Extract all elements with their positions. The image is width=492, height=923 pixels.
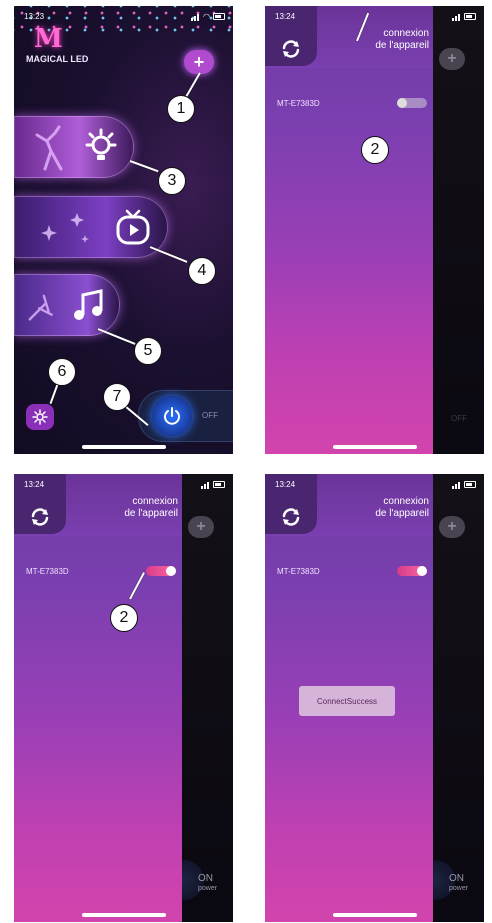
background-main-screen: [182, 474, 233, 922]
bulb-icon: [85, 128, 117, 160]
power-state-label: ON power: [449, 873, 469, 893]
status-time: 13:24: [275, 11, 296, 21]
battery-icon: [213, 12, 225, 20]
music-mode-button[interactable]: [14, 274, 120, 336]
status-icons: [201, 480, 225, 489]
connection-panel: connexion de l'appareil MT-E7383D: [265, 6, 433, 454]
device-connect-toggle[interactable]: [146, 566, 176, 576]
battery-icon: [464, 480, 476, 488]
signal-icon: [191, 12, 200, 21]
callout-4: 4: [188, 257, 216, 285]
music-note-icon: [74, 289, 103, 320]
device-name: MT-E7383D: [26, 566, 69, 576]
panel-title: connexion de l'appareil: [124, 496, 178, 519]
add-device-button-dimmed: +: [439, 516, 465, 538]
app-logo: M: [34, 24, 63, 54]
refresh-icon: [31, 508, 49, 526]
panel-title: connexion de l'appareil: [375, 496, 429, 519]
device-list-item[interactable]: MT-E7383D: [26, 564, 176, 578]
background-main-screen: [433, 6, 484, 454]
callout-7: 7: [103, 383, 131, 411]
status-time: 13:24: [275, 479, 296, 489]
device-list-item[interactable]: MT-E7383D: [277, 564, 427, 578]
power-state-label: ON power: [198, 873, 218, 893]
tv-play-icon: [116, 209, 150, 245]
battery-icon: [464, 12, 476, 20]
connection-panel: connexion de l'appareil MT-E7383D Connec…: [265, 474, 433, 922]
connect-success-toast: ConnectSuccess: [299, 686, 395, 716]
device-list-item[interactable]: MT-E7383D: [277, 96, 427, 110]
status-icons: ◠: [191, 12, 225, 21]
connection-panel: connexion de l'appareil MT-E7383D: [14, 474, 182, 922]
screen-connection-off: + OFF connexion de l'appareil MT-E7383D …: [265, 6, 484, 454]
refresh-icon: [282, 40, 300, 58]
power-button[interactable]: [152, 396, 192, 436]
status-time: 13:24: [24, 479, 45, 489]
status-icons: [452, 480, 476, 489]
add-device-button-dimmed: +: [439, 48, 465, 70]
callout-5: 5: [134, 337, 162, 365]
callout-2-bottom: 2: [110, 604, 138, 632]
status-bar: 13:23 ◠: [24, 10, 225, 22]
battery-icon: [213, 480, 225, 488]
light-mode-button[interactable]: [14, 116, 134, 178]
home-indicator: [332, 445, 417, 449]
signal-icon: [452, 12, 461, 21]
device-name: MT-E7383D: [277, 98, 320, 108]
status-bar: 13:24: [275, 478, 476, 490]
app-name: MAGICAL LED: [26, 54, 89, 64]
device-name: MT-E7383D: [277, 566, 320, 576]
panel-title: connexion de l'appareil: [375, 28, 429, 51]
screen-connection-on: + ON power connexion de l'appareil MT-E7…: [14, 474, 233, 922]
scene-mode-button[interactable]: [14, 196, 168, 258]
gear-icon: [32, 409, 48, 425]
power-icon: [164, 407, 180, 425]
signal-icon: [201, 480, 210, 489]
power-state-label: OFF: [202, 411, 218, 420]
callout-1: 1: [167, 95, 195, 123]
device-connect-toggle[interactable]: [397, 98, 427, 108]
status-bar: 13:24: [24, 478, 225, 490]
guitarist-silhouette-icon: [28, 294, 53, 321]
plus-icon: +: [193, 51, 205, 72]
signal-icon: [452, 480, 461, 489]
dancer-silhouette-icon: [35, 125, 63, 171]
background-main-screen: [433, 474, 484, 922]
settings-button[interactable]: [26, 404, 54, 430]
add-device-button[interactable]: +: [184, 50, 214, 74]
status-time: 13:23: [24, 11, 45, 21]
home-indicator: [332, 913, 417, 917]
home-indicator: [81, 913, 166, 917]
status-bar: 13:24: [275, 10, 476, 22]
callout-3: 3: [158, 167, 186, 195]
refresh-icon: [282, 508, 300, 526]
status-icons: [452, 12, 476, 21]
sparkles-icon: [41, 213, 89, 243]
callout-2-top: 2: [361, 136, 389, 164]
add-device-button-dimmed: +: [188, 516, 214, 538]
screen-connect-success: + ON power connexion de l'appareil MT-E7…: [265, 474, 484, 922]
home-indicator: [81, 445, 166, 449]
power-state-label: OFF: [451, 414, 467, 423]
wifi-icon: ◠: [203, 11, 210, 21]
callout-6: 6: [48, 358, 76, 386]
device-connect-toggle[interactable]: [397, 566, 427, 576]
